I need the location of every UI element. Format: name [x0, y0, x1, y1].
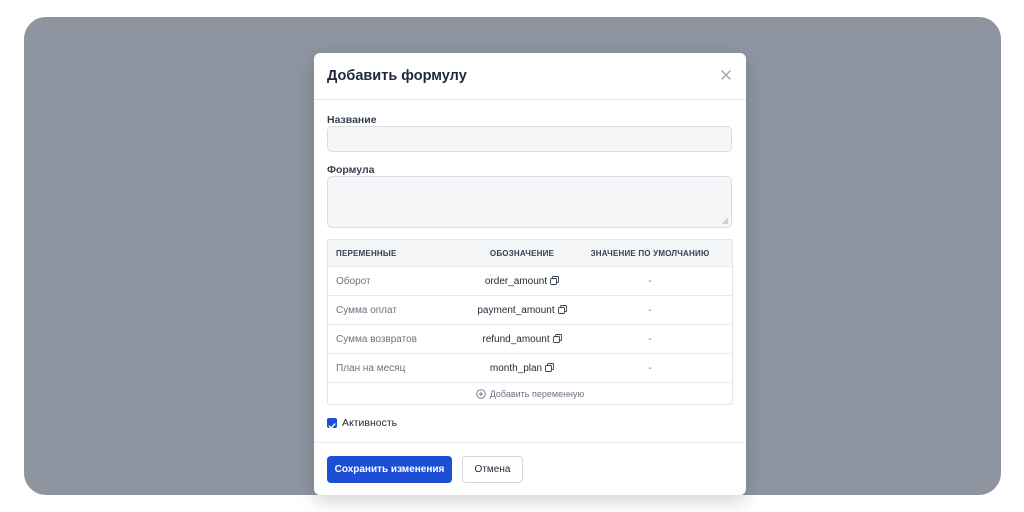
variable-code-cell: month_plan [448, 363, 596, 374]
variable-default: - [648, 363, 652, 374]
formula-label: Формула [327, 164, 375, 176]
name-label: Название [327, 114, 377, 126]
add-variable-button[interactable]: Добавить переменную [328, 382, 732, 405]
variable-name: План на месяц [336, 363, 406, 374]
variable-code-cell: order_amount [448, 276, 596, 287]
column-header-variables: ПЕРЕМЕННЫЕ [336, 249, 397, 258]
variable-default: - [648, 305, 652, 316]
copy-icon[interactable] [550, 276, 560, 285]
formula-field-wrapper [327, 176, 732, 228]
resize-grip-icon[interactable] [722, 218, 729, 225]
variable-code: payment_amount [477, 305, 555, 316]
save-changes-button[interactable]: Сохранить изменения [327, 456, 452, 483]
modal-header: Добавить формулу [314, 53, 746, 100]
name-input[interactable] [327, 126, 732, 152]
footer-divider [314, 442, 746, 443]
variable-name: Сумма возвратов [336, 334, 417, 345]
table-header: ПЕРЕМЕННЫЕ ОБОЗНАЧЕНИЕ ЗНАЧЕНИЕ ПО УМОЛЧ… [328, 240, 732, 266]
variable-name: Сумма оплат [336, 305, 397, 316]
table-row: План на месяц month_plan - [328, 353, 732, 383]
table-row: Оборот order_amount - [328, 266, 732, 296]
variable-name: Оборот [336, 276, 371, 287]
copy-icon[interactable] [552, 334, 562, 343]
column-header-code: ОБОЗНАЧЕНИЕ [489, 249, 555, 258]
add-formula-dialog: Добавить формулу Название Формула ПЕРЕМЕ… [314, 53, 746, 495]
column-header-default: ЗНАЧЕНИЕ ПО УМОЛЧАНИЮ [590, 249, 710, 258]
check-icon [328, 423, 336, 429]
plus-circle-icon [475, 389, 486, 399]
copy-icon[interactable] [545, 363, 555, 372]
cancel-button[interactable]: Отмена [462, 456, 523, 483]
variable-code-cell: refund_amount [448, 334, 596, 345]
add-variable-label: Добавить переменную [489, 389, 585, 399]
add-variable-content: Добавить переменную [328, 389, 732, 399]
modal-backdrop[interactable]: Добавить формулу Название Формула ПЕРЕМЕ… [24, 17, 1001, 495]
variable-default: - [648, 276, 652, 287]
formula-textarea[interactable] [327, 176, 732, 228]
active-label: Активность [342, 417, 398, 429]
active-checkbox[interactable] [327, 418, 337, 429]
variable-code: refund_amount [482, 334, 550, 345]
table-row: Сумма оплат payment_amount - [328, 295, 732, 325]
variables-table: ПЕРЕМЕННЫЕ ОБОЗНАЧЕНИЕ ЗНАЧЕНИЕ ПО УМОЛЧ… [327, 239, 733, 405]
close-icon[interactable] [718, 67, 734, 83]
copy-icon[interactable] [557, 305, 567, 314]
modal-title: Добавить формулу [327, 68, 467, 84]
variable-code: order_amount [484, 276, 548, 287]
variable-default: - [648, 334, 652, 345]
variable-code-cell: payment_amount [448, 305, 596, 316]
variable-code: month_plan [489, 363, 543, 374]
table-row: Сумма возвратов refund_amount - [328, 324, 732, 354]
